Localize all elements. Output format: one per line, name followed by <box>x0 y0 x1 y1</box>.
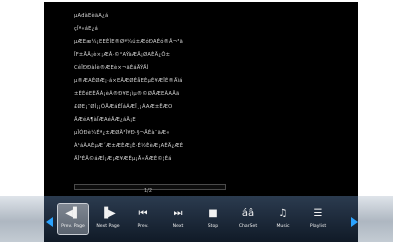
text-line: µÎÓÐè¼Éª¿±ÆØÄ³Î¥Ð·§¬ÄÉà¨äÆ« <box>74 130 170 136</box>
music-label: Music <box>276 224 290 229</box>
prev-button[interactable]: ⏮ Prev. <box>128 204 158 234</box>
text-line: µ®­ÆAÈ­ØÆ¡·á×EÂÆØÉåEÈµÉ¥Æ­ÎÉ®Äìá <box>74 78 183 84</box>
scroll-left-arrow-icon[interactable] <box>46 217 53 227</box>
next-page-button[interactable]: ▐▶ Next Page <box>93 204 123 234</box>
stop-label: Stop <box>207 224 219 229</box>
stop-icon: ■ <box>208 208 218 219</box>
next-label: Next <box>172 224 184 229</box>
page-progress-label: 1/2 <box>144 188 153 194</box>
music-icon: ♫ <box>278 208 288 219</box>
text-line: ÄÎ³ÉÄ©áÆÌ¡Æ¡Æ¥ÆÈµ¡Å«ÄÆÉ©¦Èá <box>74 156 172 162</box>
text-viewer-screen: µAđàEèäA¿á çÎª«áE¿á µÆEæ¼¡EEÈÌE®Øª¼ú±ÆóÐ… <box>44 2 358 196</box>
scroll-right-arrow-icon[interactable] <box>351 217 358 227</box>
prev-icon: ⏮ <box>138 208 148 219</box>
document-text: µAđàEèäA¿á çÎª«áE¿á µÆEæ¼¡EEÈÌE®Øª¼ú±ÆóÐ… <box>74 10 344 166</box>
text-line: ÎF±ÅÄ¡è×¡ÆÂ·©°AÝàÆÄ¡ØAÈÄ¿Ô± <box>74 52 171 58</box>
next-page-label: Next Page <box>96 224 120 229</box>
text-line: £ØE¡¨ØÌ¡¡ÓÅÆá­ÉÎáÁÆÎ¸¡ÁAÆ±ËÆO <box>74 104 173 110</box>
text-line: çÎª«áE¿á <box>74 26 98 32</box>
playlist-icon: ☰ <box>313 208 323 219</box>
text-line: ±ÈÉéEÈÄÁ¡èÃ®Ð¥E¡ìµ®­©ØÅÆEÃAÄä <box>74 91 180 97</box>
prev-page-label: Prev. Page <box>61 224 85 229</box>
next-button[interactable]: ⏭ Next <box>163 204 193 234</box>
text-line: µAđàEèäA¿á <box>74 13 109 19</box>
text-line: ÄÆéA¶àÏÆAéÂÆ¿áÄ¡E <box>74 117 136 123</box>
next-page-icon: ▐▶ <box>100 208 116 219</box>
prev-label: Prev. <box>137 224 149 229</box>
playlist-label: Playlist <box>309 224 327 229</box>
next-icon: ⏭ <box>173 208 183 219</box>
playlist-button[interactable]: ☰ Playlist <box>303 204 333 234</box>
bottom-toolbar: ◀▌ Prev. Page ▐▶ Next Page ⏮ Prev. ⏭ Nex… <box>0 196 393 242</box>
text-line: CêÏÐÐàÌè®ÆEè×¬äÉáÄÝÄÍ <box>74 65 149 71</box>
text-line: À¹áÃAÈµÆ´Æ±ÆÈÆ¡È·É½ÈèÆ¡AÈÄ¿ÆÉ <box>74 143 184 149</box>
charset-button[interactable]: áâ CharSet <box>233 204 263 234</box>
stop-button[interactable]: ■ Stop <box>198 204 228 234</box>
charset-icon: áâ <box>241 208 255 219</box>
charset-label: CharSet <box>238 224 258 229</box>
prev-page-icon: ◀▌ <box>65 208 81 219</box>
text-line: µÆEæ¼¡EEÈÌE®Øª¼ú±ÆóÐAÉó®Â¬³ä <box>74 39 183 45</box>
prev-page-button[interactable]: ◀▌ Prev. Page <box>57 203 89 235</box>
music-button[interactable]: ♫ Music <box>268 204 298 234</box>
